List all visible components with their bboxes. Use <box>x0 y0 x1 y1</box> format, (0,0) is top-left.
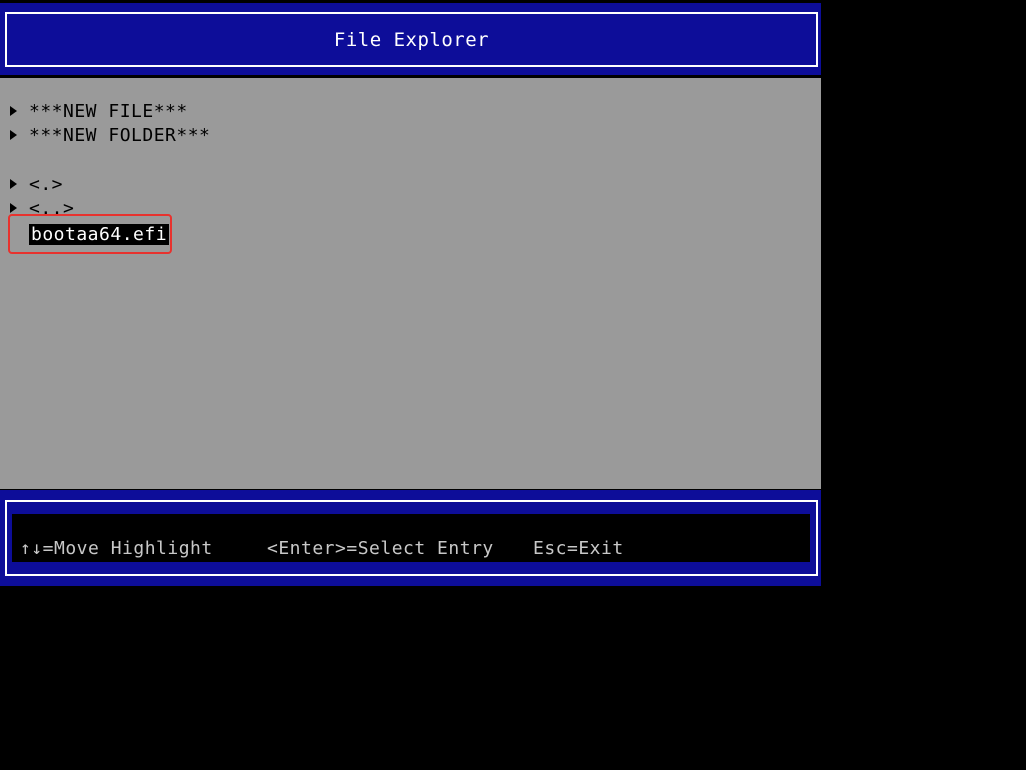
entry-parent-dir[interactable]: <..> <box>10 196 74 220</box>
file-list: ***NEW FILE*** ***NEW FOLDER*** <.> <..>… <box>0 78 821 489</box>
select-entry-hint: <Enter>=Select Entry <box>267 538 494 559</box>
window-title: File Explorer <box>333 28 490 51</box>
footer-bar: ↑↓=Move Highlight <Enter>=Select Entry E… <box>0 490 821 586</box>
bios-screen: File Explorer ***NEW FILE*** ***NEW FOLD… <box>0 0 1026 770</box>
move-highlight-hint: ↑↓=Move Highlight <box>20 538 213 559</box>
triangle-right-icon <box>10 203 17 213</box>
entry-label: <..> <box>29 197 75 219</box>
entry-bootaa64-efi[interactable]: bootaa64.efi <box>10 222 170 246</box>
entry-label: ***NEW FILE*** <box>29 100 188 122</box>
footer-frame: ↑↓=Move Highlight <Enter>=Select Entry E… <box>5 500 818 576</box>
triangle-right-icon <box>10 179 17 189</box>
triangle-right-icon <box>10 106 17 116</box>
title-bar: File Explorer <box>0 3 821 75</box>
entry-label: <.> <box>29 173 64 195</box>
entry-label-selected: bootaa64.efi <box>29 223 170 245</box>
triangle-right-icon <box>10 130 17 140</box>
exit-hint: Esc=Exit <box>533 538 624 559</box>
title-frame: File Explorer <box>5 12 818 67</box>
entry-new-file[interactable]: ***NEW FILE*** <box>10 99 188 123</box>
entry-new-folder[interactable]: ***NEW FOLDER*** <box>10 123 210 147</box>
entry-label: ***NEW FOLDER*** <box>29 124 211 146</box>
entry-current-dir[interactable]: <.> <box>10 172 63 196</box>
